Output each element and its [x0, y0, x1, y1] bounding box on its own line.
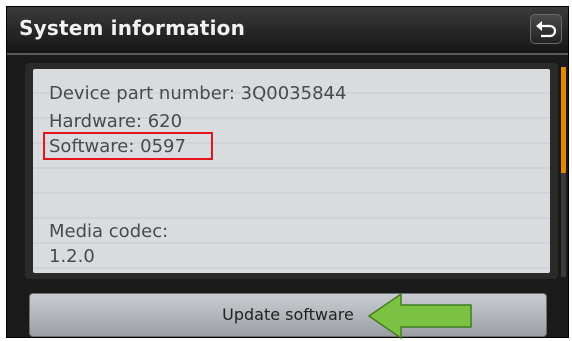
title-bar: System information [7, 7, 568, 55]
software-highlight-box [43, 132, 213, 160]
media-codec-value: 1.2.0 [49, 246, 95, 267]
page-title: System information [19, 16, 246, 40]
hardware-version: Hardware: 620 [49, 111, 183, 132]
back-arrow-icon [536, 21, 557, 38]
info-panel: Device part number: 3Q0035844 Hardware: … [33, 69, 550, 273]
back-button[interactable] [530, 14, 562, 44]
infotainment-screen: System information Device part number: 3… [6, 6, 569, 338]
device-part-number: Device part number: 3Q0035844 [49, 83, 347, 104]
scroll-thumb[interactable] [561, 67, 566, 173]
media-codec-label: Media codec: [49, 221, 169, 242]
scrollbar[interactable] [561, 67, 566, 277]
left-arrow-icon [367, 292, 472, 340]
info-panel-frame: Device part number: 3Q0035844 Hardware: … [25, 63, 558, 279]
